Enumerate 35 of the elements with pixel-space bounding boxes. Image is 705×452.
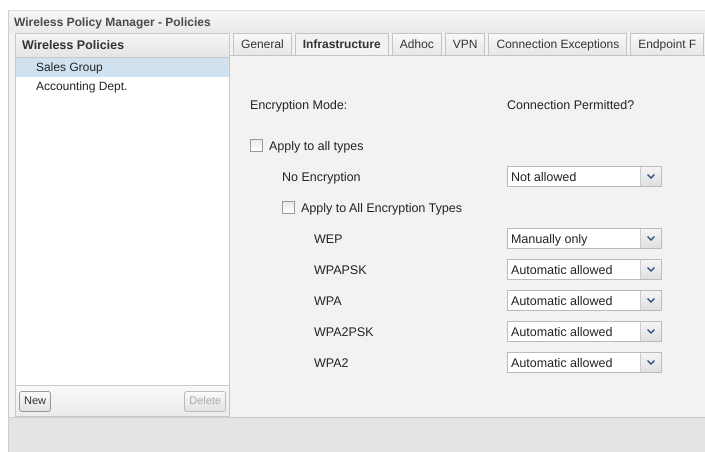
- caret-icon: [647, 174, 655, 179]
- caret-icon: [647, 298, 655, 303]
- field-label: WPA: [313, 294, 343, 308]
- caret-icon: [647, 329, 655, 334]
- checkbox-label: Apply to all types: [269, 138, 364, 152]
- field-label: No Encryption: [281, 170, 362, 184]
- dropdown[interactable]: Automatic allowed: [507, 321, 662, 342]
- field-label: WEP: [313, 232, 344, 246]
- caret-icon: [647, 236, 655, 241]
- list-item[interactable]: Sales Group: [16, 58, 229, 77]
- window-title: Wireless Policy Manager - Policies: [9, 11, 705, 33]
- dropdown[interactable]: Not allowed: [507, 166, 662, 187]
- column-header: Connection Permitted?: [507, 98, 634, 112]
- checkbox[interactable]: [282, 201, 295, 214]
- field-label: WPA2: [313, 356, 350, 370]
- tab[interactable]: General: [233, 33, 292, 55]
- new-button[interactable]: New: [19, 390, 52, 412]
- checkbox[interactable]: [250, 139, 263, 152]
- column-header: Encryption Mode:: [250, 98, 348, 112]
- field-label: WPAPSK: [313, 262, 368, 276]
- field-label: WPA2PSK: [313, 324, 375, 338]
- tab[interactable]: VPN: [444, 33, 486, 55]
- caret-icon: [647, 360, 655, 365]
- tab[interactable]: Adhoc: [392, 33, 442, 55]
- caret-icon: [647, 267, 655, 272]
- checkbox-label: Apply to All Encryption Types: [301, 200, 462, 214]
- tab[interactable]: Connection Exceptions: [488, 33, 628, 55]
- tab[interactable]: Infrastructure: [294, 33, 389, 55]
- tab[interactable]: Endpoint F: [630, 33, 704, 55]
- panel-header: Wireless Policies: [16, 34, 229, 58]
- list-item[interactable]: Accounting Dept.: [16, 77, 229, 96]
- dropdown[interactable]: Automatic allowed: [507, 259, 662, 280]
- dropdown[interactable]: Automatic allowed: [507, 352, 662, 373]
- dropdown[interactable]: Manually only: [507, 228, 662, 249]
- dropdown[interactable]: Automatic allowed: [507, 290, 662, 311]
